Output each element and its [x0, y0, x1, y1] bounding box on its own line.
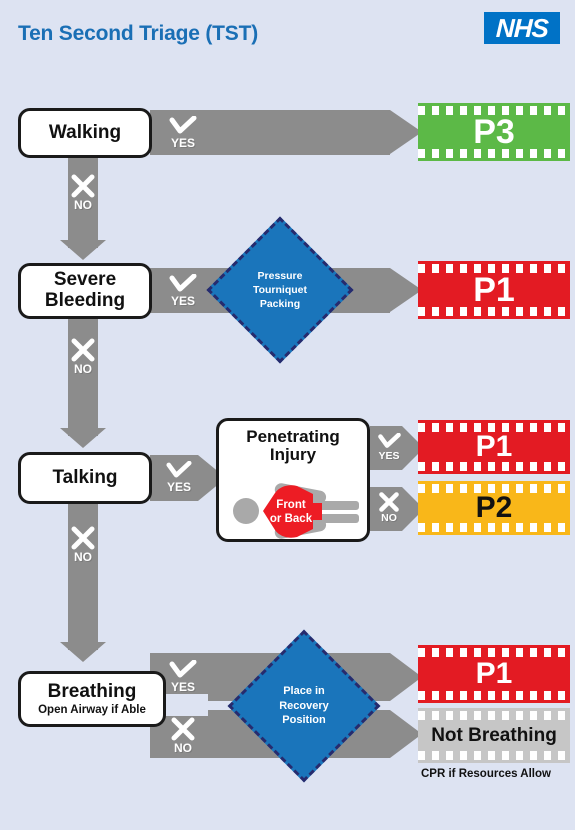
connector-walking-yes	[150, 110, 422, 155]
outcome-not-breathing-label: Not Breathing	[431, 725, 557, 746]
panel-penetrating-title: Penetrating Injury	[246, 428, 340, 464]
step-breathing[interactable]: Breathing Open Airway if Able	[18, 671, 166, 727]
step-breathing-subtitle: Open Airway if Able	[38, 704, 146, 717]
body-figure: Front or Back	[227, 481, 367, 541]
outcome-breathing-p1[interactable]: P1	[418, 645, 570, 703]
battenburg-bottom	[418, 751, 570, 760]
outcome-bleeding-p1-label: P1	[473, 271, 515, 309]
penetrating-title-line2: Injury	[269, 444, 317, 464]
step-talking-title: Talking	[52, 466, 118, 488]
step-severe-bleeding-title: Severe Bleeding	[44, 269, 126, 311]
action-bleeding[interactable]: Pressure Tourniquet Packing	[206, 216, 354, 364]
action-recovery[interactable]: Place in Recovery Position	[227, 629, 381, 783]
connector-talking-yes	[150, 455, 226, 501]
outcome-penetrating-p1-label: P1	[475, 430, 513, 463]
panel-penetrating-injury[interactable]: Penetrating Injury Front or Back	[216, 418, 370, 542]
action-recovery-line3: Position	[282, 714, 326, 727]
outcome-bleeding-p1[interactable]: P1	[418, 261, 570, 319]
connector-bleeding-no-stem	[68, 318, 98, 436]
action-recovery-line1: Place in	[283, 684, 325, 697]
connector-talking-no-head	[60, 642, 106, 662]
connector-bleeding-no-head	[60, 428, 106, 448]
connector-walking-no-head	[60, 240, 106, 260]
outcome-breathing-p1-label: P1	[475, 657, 513, 690]
action-bleeding-line2: Tourniquet	[252, 283, 308, 296]
connector-talking-no-stem	[68, 504, 98, 650]
battenburg-bottom	[418, 523, 570, 532]
connector-penetrating-yes	[370, 426, 424, 470]
page-title: Ten Second Triage (TST)	[18, 22, 259, 45]
outcome-penetrating-p2-label: P2	[475, 491, 513, 524]
outcome-penetrating-p2[interactable]: P2	[418, 481, 570, 535]
battenburg-top	[418, 648, 570, 657]
step-breathing-title: Breathing	[47, 680, 137, 702]
figure-label-line2: or Back	[270, 513, 313, 525]
action-bleeding-text: Pressure Tourniquet Packing	[253, 269, 307, 312]
step-talking[interactable]: Talking	[18, 452, 152, 504]
action-bleeding-line1: Pressure	[257, 269, 303, 282]
step-walking-title: Walking	[48, 121, 122, 143]
outcome-p3-label: P3	[473, 113, 515, 151]
outcome-penetrating-p1[interactable]: P1	[418, 420, 570, 474]
penetrating-title-line1: Penetrating	[246, 427, 340, 446]
outcome-p3[interactable]: P3	[418, 103, 570, 161]
step-walking[interactable]: Walking	[18, 108, 152, 158]
action-recovery-text: Place in Recovery Position	[279, 684, 329, 729]
connector-walking-no-stem	[68, 150, 98, 248]
figure-head	[233, 498, 259, 524]
nhs-logo-text: NHS	[495, 13, 549, 43]
triage-flowchart: Ten Second Triage (TST) NHS NO NO NO YES…	[0, 0, 575, 830]
battenburg-bottom	[418, 691, 570, 700]
step-severe-bleeding[interactable]: Severe Bleeding	[18, 263, 152, 319]
connector-penetrating-no	[370, 487, 424, 531]
figure-label-line1: Front	[276, 499, 306, 511]
action-recovery-line2: Recovery	[279, 699, 329, 712]
battenburg-top	[418, 711, 570, 720]
action-bleeding-line3: Packing	[259, 298, 301, 311]
outcome-not-breathing[interactable]: Not Breathing	[418, 708, 570, 763]
nhs-logo: NHS	[484, 12, 560, 44]
cpr-footnote: CPR if Resources Allow	[421, 768, 551, 780]
battenburg-bottom	[418, 462, 570, 471]
